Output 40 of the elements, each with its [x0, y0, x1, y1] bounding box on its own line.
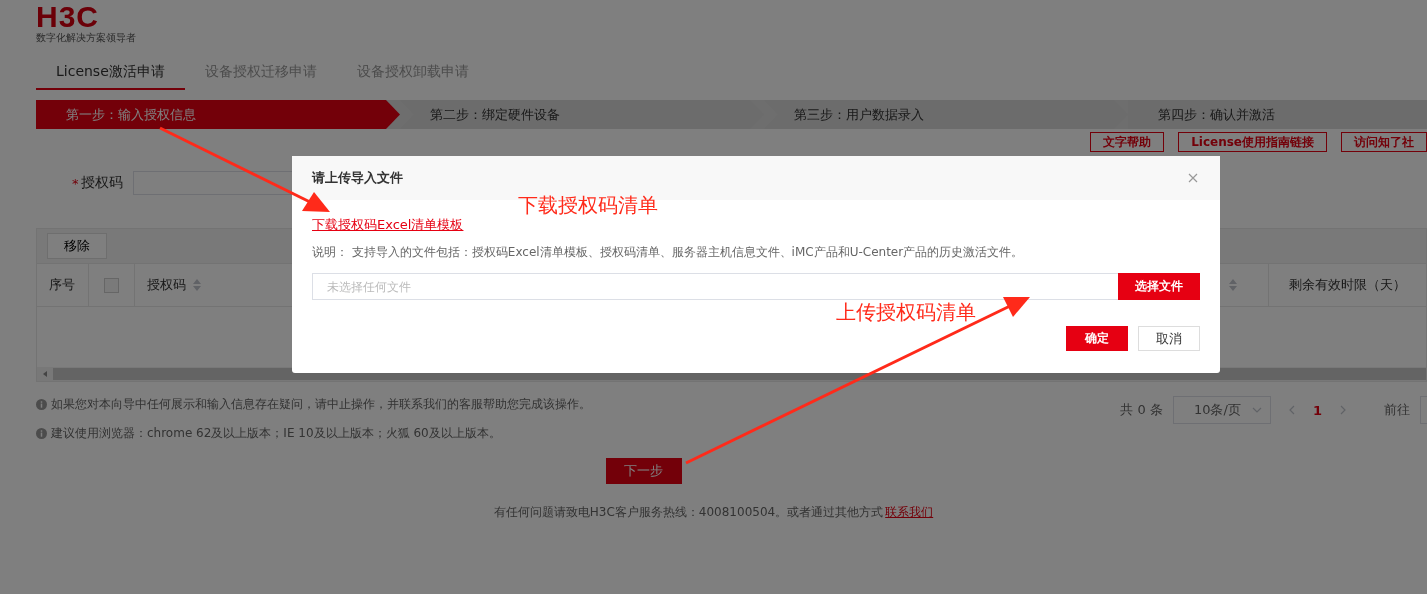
scroll-left-icon[interactable] — [41, 370, 49, 378]
confirm-button[interactable]: 确定 — [1066, 326, 1128, 351]
page-number[interactable]: 1 — [1312, 402, 1322, 418]
sort-icon[interactable] — [192, 278, 202, 292]
footer-text: 有任何问题请致电H3C客户服务热线：4008100504。或者通过其他方式 — [493, 504, 884, 521]
field-label: 授权码 — [80, 174, 123, 192]
required-mark: * — [72, 175, 79, 191]
column-label: 剩余有效时限（天） — [1289, 276, 1406, 294]
page-size-select[interactable]: 10条/页 — [1172, 396, 1271, 424]
close-icon[interactable] — [1188, 173, 1198, 183]
cancel-button[interactable]: 取消 — [1138, 326, 1200, 351]
column-label: 序号 — [49, 276, 75, 294]
step: 第一步：输入授权信息 — [36, 100, 400, 129]
total-count: 共 0 条 — [1120, 401, 1163, 419]
file-path-field[interactable]: 未选择任何文件 — [312, 273, 1118, 300]
sort-icon[interactable] — [1228, 278, 1238, 292]
previous-page-icon[interactable] — [1288, 405, 1295, 415]
help-link-button[interactable]: 文字帮助 — [1090, 132, 1165, 152]
goto-label: 前往 — [1384, 401, 1410, 419]
description-text: 说明： 支持导入的文件包括：授权码Excel清单模板、授权码清单、服务器主机信息文件、iMC产品和U-Center产品的历史激活文件。 — [312, 244, 1025, 261]
contact-link[interactable]: 联系我们 — [885, 504, 934, 521]
annotation-text: 下载授权码清单 — [518, 192, 658, 219]
column-label: 授权码 — [147, 276, 186, 294]
caret-icon — [1251, 407, 1262, 413]
help-link-button[interactable]: 访问知了社 — [1341, 132, 1427, 152]
select-all-checkbox[interactable] — [104, 277, 119, 293]
logo-tagline: 数字化解决方案领导者 — [36, 32, 136, 44]
info-icon — [36, 399, 47, 410]
annotation-text: 上传授权码清单 — [836, 299, 976, 326]
logo: H3C — [36, 2, 99, 32]
dialog-title: 请上传导入文件 — [312, 169, 403, 187]
info-icon — [36, 428, 47, 439]
template-download-link[interactable]: 下载授权码Excel清单模板 — [312, 216, 464, 234]
help-link-button[interactable]: License使用指南链接 — [1178, 132, 1327, 152]
tab[interactable]: License激活申请 — [36, 56, 185, 90]
next-step-button[interactable]: 下一步 — [605, 458, 682, 484]
remove-button[interactable]: 移除 — [47, 233, 107, 259]
next-page-icon[interactable] — [1340, 405, 1346, 415]
note-text: 如果您对本向导中任何展示和输入信息存在疑问，请中止操作，并联系我们的客服帮助您完成该操作。 — [51, 396, 591, 413]
choose-file-button[interactable]: 选择文件 — [1118, 273, 1200, 300]
